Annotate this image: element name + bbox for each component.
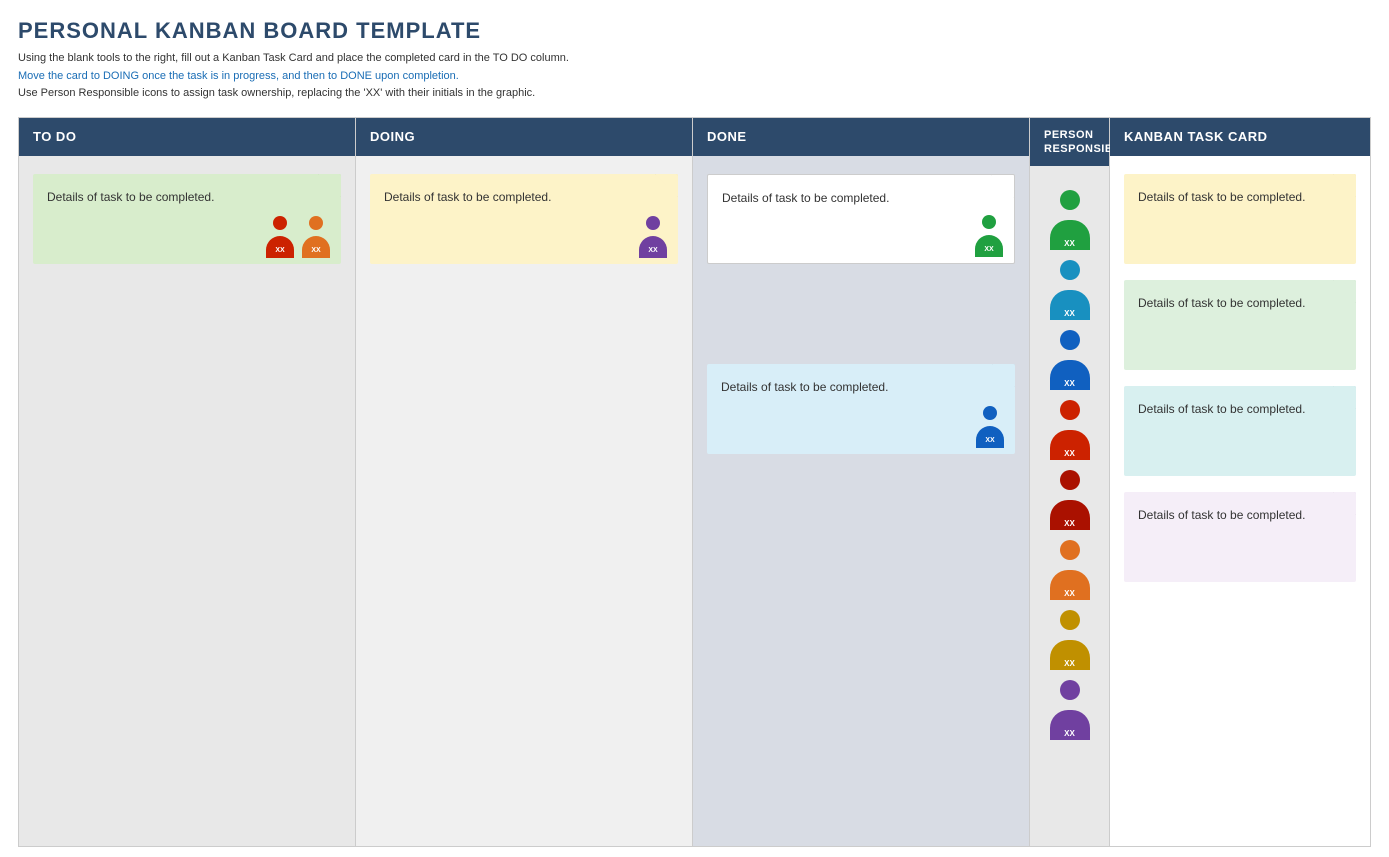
kanban-card-2-dogear	[1334, 280, 1356, 302]
doing-card-dogear	[656, 174, 678, 196]
avatar-red-label: XX	[275, 246, 284, 257]
instructions: Using the blank tools to the right, fill…	[18, 50, 1371, 103]
column-kanban: KANBAN TASK CARD Details of task to be c…	[1110, 118, 1370, 847]
sp-darkred-head	[1060, 470, 1080, 490]
column-person: PERSON RESPONSIBLE XX XX	[1030, 118, 1110, 847]
done-card-1[interactable]: Details of task to be completed. XX	[707, 174, 1015, 264]
sp-darkred-label: XX	[1064, 519, 1075, 528]
avatar-purple-head	[646, 216, 660, 230]
avatar-orange: XX	[299, 216, 333, 258]
avatar-blue-done-head	[983, 406, 997, 420]
page-title: PERSONAL KANBAN BOARD TEMPLATE	[18, 18, 1371, 44]
column-kanban-body: Details of task to be completed. Details…	[1110, 156, 1370, 847]
done-card-2-dogear	[993, 364, 1015, 386]
column-doing-body: Details of task to be completed. XX	[356, 156, 692, 847]
todo-card-1-avatars: XX XX	[263, 216, 333, 258]
sp-red-label: XX	[1064, 449, 1075, 458]
avatar-purple: XX	[636, 216, 670, 258]
column-done: DONE Details of task to be completed. XX	[693, 118, 1030, 847]
sp-orange-label: XX	[1064, 589, 1075, 598]
sp-green-head	[1060, 190, 1080, 210]
avatar-orange-label: XX	[311, 246, 320, 257]
kanban-card-3[interactable]: Details of task to be completed.	[1124, 386, 1356, 476]
sp-blue-head	[1060, 330, 1080, 350]
avatar-green-done-label: XX	[984, 245, 993, 256]
sp-orange-head	[1060, 540, 1080, 560]
sidebar-person-purple: XX	[1045, 680, 1095, 740]
sp-red-head	[1060, 400, 1080, 420]
kanban-board: TO DO Details of task to be completed. X…	[18, 117, 1371, 848]
sp-blue-label: XX	[1064, 379, 1075, 388]
person-list: XX XX XX	[1045, 184, 1095, 740]
avatar-red: XX	[263, 216, 297, 258]
column-doing: DOING Details of task to be completed. X…	[356, 118, 693, 847]
column-person-header: PERSON RESPONSIBLE	[1030, 118, 1109, 167]
sidebar-person-green: XX	[1045, 190, 1095, 250]
sp-purple-head	[1060, 680, 1080, 700]
done-card-2[interactable]: Details of task to be completed. XX	[707, 364, 1015, 454]
column-todo-header: TO DO	[19, 118, 355, 156]
kanban-card-4[interactable]: Details of task to be completed.	[1124, 492, 1356, 582]
card-dogear	[319, 174, 341, 196]
column-done-header: DONE	[693, 118, 1029, 156]
todo-card-1[interactable]: Details of task to be completed. XX	[33, 174, 341, 264]
sidebar-person-gold: XX	[1045, 610, 1095, 670]
avatar-orange-head	[309, 216, 323, 230]
doing-card-1-text: Details of task to be completed.	[384, 190, 551, 204]
kanban-card-1-dogear	[1334, 174, 1356, 196]
column-todo-body: Details of task to be completed. XX	[19, 156, 355, 847]
sp-purple-label: XX	[1064, 729, 1075, 738]
sp-gold-head	[1060, 610, 1080, 630]
kanban-card-3-dogear	[1334, 386, 1356, 408]
sp-cyan-head	[1060, 260, 1080, 280]
avatar-blue-done: XX	[973, 406, 1007, 448]
sidebar-person-red: XX	[1045, 400, 1095, 460]
kanban-card-1-text: Details of task to be completed.	[1138, 190, 1305, 204]
kanban-card-4-dogear	[1334, 492, 1356, 514]
sp-cyan-label: XX	[1064, 309, 1075, 318]
column-kanban-header: KANBAN TASK CARD	[1110, 118, 1370, 156]
avatar-green-done-head	[982, 215, 996, 229]
todo-card-1-text: Details of task to be completed.	[47, 190, 214, 204]
doing-card-1[interactable]: Details of task to be completed. XX	[370, 174, 678, 264]
done-card-2-text: Details of task to be completed.	[721, 380, 888, 394]
done-card-1-text: Details of task to be completed.	[722, 191, 889, 205]
sidebar-person-darkred: XX	[1045, 470, 1095, 530]
done-card-1-dogear	[992, 175, 1014, 197]
sidebar-person-orange: XX	[1045, 540, 1095, 600]
kanban-card-3-text: Details of task to be completed.	[1138, 402, 1305, 416]
kanban-card-2[interactable]: Details of task to be completed.	[1124, 280, 1356, 370]
sp-gold-label: XX	[1064, 659, 1075, 668]
column-done-body: Details of task to be completed. XX Deta…	[693, 156, 1029, 847]
avatar-red-head	[273, 216, 287, 230]
kanban-card-2-text: Details of task to be completed.	[1138, 296, 1305, 310]
avatar-purple-label: XX	[648, 246, 657, 257]
avatar-blue-done-label: XX	[985, 436, 994, 447]
kanban-card-4-text: Details of task to be completed.	[1138, 508, 1305, 522]
sp-green-label: XX	[1064, 239, 1075, 248]
column-person-body: XX XX XX	[1030, 166, 1109, 846]
avatar-green-done: XX	[972, 215, 1006, 257]
doing-card-1-avatars: XX	[636, 216, 670, 258]
column-doing-header: DOING	[356, 118, 692, 156]
done-card-2-avatars: XX	[973, 406, 1007, 448]
column-todo: TO DO Details of task to be completed. X…	[19, 118, 356, 847]
kanban-card-1[interactable]: Details of task to be completed.	[1124, 174, 1356, 264]
sidebar-person-blue: XX	[1045, 330, 1095, 390]
sidebar-person-cyan: XX	[1045, 260, 1095, 320]
done-card-1-avatars: XX	[972, 215, 1006, 257]
